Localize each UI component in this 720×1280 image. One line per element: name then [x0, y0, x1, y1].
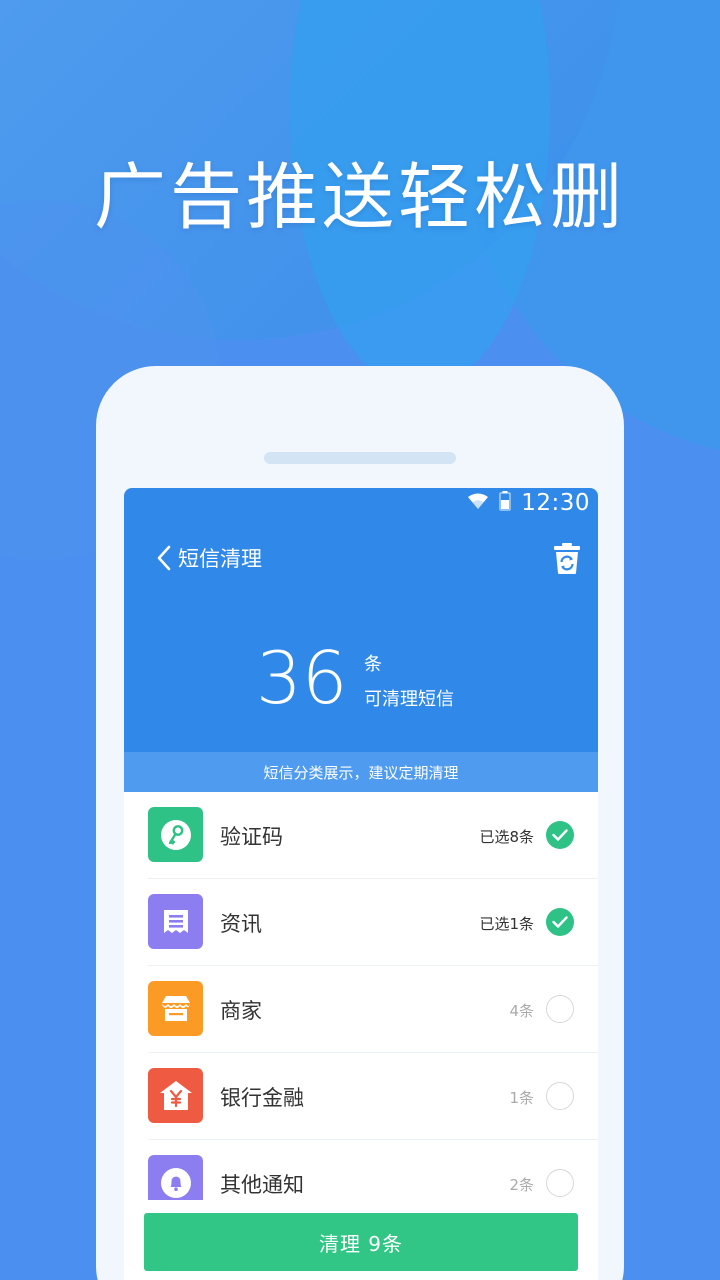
category-icon-badge	[148, 894, 203, 949]
wifi-icon	[467, 492, 489, 514]
bank-icon	[159, 1080, 192, 1110]
cleanable-count: 36	[256, 636, 348, 720]
key-icon	[160, 819, 191, 850]
promo-headline: 广告推送轻松删	[93, 155, 626, 239]
phone-screen: 12:30 短信清理 36 条 可清理短信 短信分类展示，建议定期清理 验证码 …	[124, 488, 598, 1280]
trash-recycle-icon	[554, 543, 580, 574]
chevron-left-icon	[157, 545, 171, 571]
category-count: 4条	[509, 1002, 534, 1020]
category-checkbox[interactable]	[546, 1169, 574, 1197]
app-bar: 短信清理	[124, 538, 598, 578]
category-label: 资讯	[220, 912, 262, 936]
category-count: 1条	[509, 1089, 534, 1107]
count-unit: 条	[364, 654, 382, 675]
summary-header: 12:30 短信清理 36 条 可清理短信	[124, 488, 598, 752]
status-time: 12:30	[521, 490, 590, 516]
category-list: 验证码 已选8条 资讯 已选1条 商家 4条 银行金融 1条 其他通知 2条	[124, 792, 598, 1227]
checkmark-icon	[552, 916, 568, 928]
category-label: 其他通知	[220, 1173, 304, 1197]
count-subtitle: 可清理短信	[364, 689, 454, 710]
category-label: 商家	[220, 999, 262, 1023]
category-count: 已选8条	[479, 828, 534, 846]
category-checkbox[interactable]	[546, 995, 574, 1023]
store-icon	[161, 995, 190, 1021]
category-label: 银行金融	[220, 1086, 304, 1110]
tip-bar: 短信分类展示，建议定期清理	[124, 752, 598, 792]
category-count: 已选1条	[479, 915, 534, 933]
category-checkbox[interactable]	[546, 1082, 574, 1110]
action-bar: 清理 9条	[124, 1200, 598, 1280]
category-checkbox[interactable]	[546, 908, 574, 936]
clean-button[interactable]: 清理 9条	[144, 1213, 578, 1271]
bell-icon	[160, 1167, 191, 1198]
category-label: 验证码	[220, 825, 283, 849]
checkmark-icon	[552, 829, 568, 841]
receipt-icon	[163, 909, 188, 933]
status-bar: 12:30	[467, 488, 590, 518]
category-icon-badge	[148, 807, 203, 862]
back-button[interactable]	[146, 540, 182, 576]
category-icon-badge	[148, 1068, 203, 1123]
category-count: 2条	[509, 1176, 534, 1194]
list-item-verification-code[interactable]: 验证码 已选8条	[124, 792, 598, 879]
list-item-banking[interactable]: 银行金融 1条	[124, 1053, 598, 1140]
phone-speaker	[264, 452, 456, 464]
category-checkbox[interactable]	[546, 821, 574, 849]
page-title: 短信清理	[178, 547, 262, 571]
list-item-merchant[interactable]: 商家 4条	[124, 966, 598, 1053]
category-icon-badge	[148, 981, 203, 1036]
battery-icon	[499, 491, 511, 515]
list-item-news[interactable]: 资讯 已选1条	[124, 879, 598, 966]
trash-button[interactable]	[550, 540, 584, 576]
